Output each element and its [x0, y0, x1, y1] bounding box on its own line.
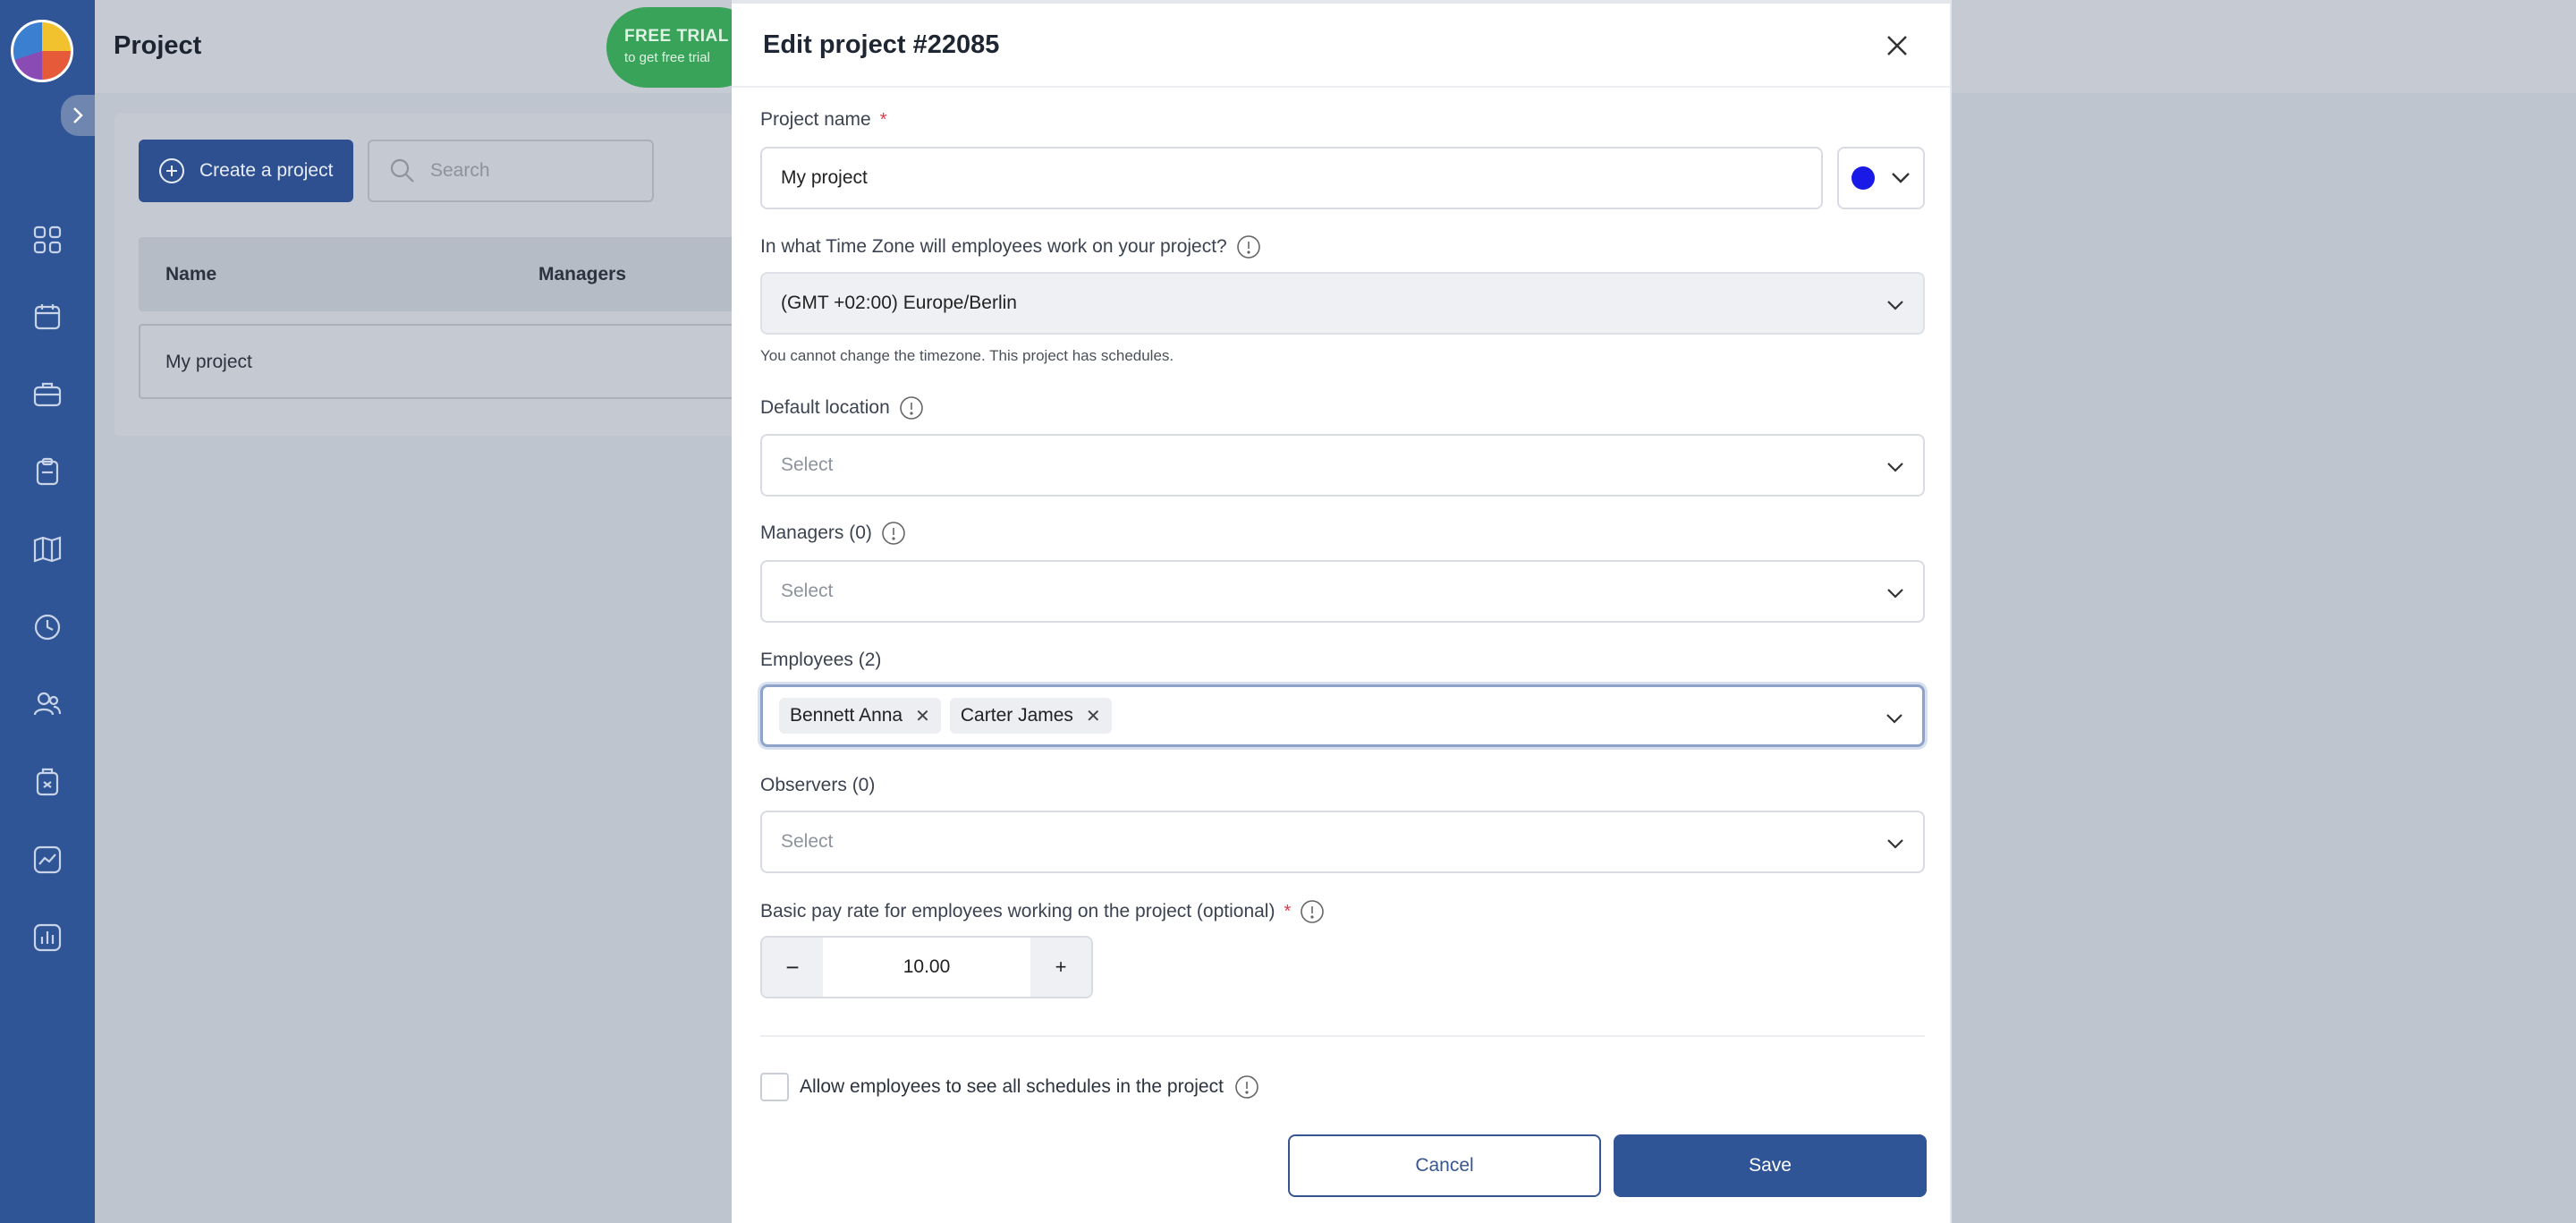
badge-icon[interactable] — [30, 764, 65, 800]
location-label-text: Default location — [760, 397, 890, 418]
observers-label: Observers (0) — [760, 775, 875, 796]
employee-chip-label: Bennett Anna — [790, 705, 903, 726]
plus-circle-icon — [159, 158, 184, 183]
project-name-input[interactable]: My project — [760, 147, 1823, 209]
save-button[interactable]: Save — [1614, 1134, 1927, 1197]
search-icon — [390, 158, 414, 183]
chevron-down-icon — [1887, 301, 1903, 310]
chevron-down-icon — [1887, 463, 1903, 472]
allow-schedules-row: Allow employees to see all schedules in … — [760, 1073, 1259, 1101]
map-icon[interactable] — [30, 531, 65, 567]
remove-chip-icon[interactable]: ✕ — [915, 705, 930, 727]
timezone-value: (GMT +02:00) Europe/Berlin — [781, 293, 1017, 313]
page-title: Project — [114, 31, 202, 60]
clipboard-icon[interactable] — [30, 454, 65, 489]
divider — [760, 1035, 1925, 1037]
info-icon[interactable] — [1234, 1074, 1259, 1100]
observers-label-text: Observers (0) — [760, 775, 876, 795]
close-icon — [1887, 36, 1907, 55]
allow-schedules-label[interactable]: Allow employees to see all schedules in … — [800, 1076, 1224, 1098]
employees-label: Employees (2) — [760, 650, 881, 671]
search-placeholder: Search — [430, 160, 490, 181]
users-icon[interactable] — [30, 686, 65, 722]
chevron-down-icon — [1892, 173, 1910, 183]
clock-icon[interactable] — [30, 609, 65, 645]
employees-label-text: Employees (2) — [760, 650, 882, 670]
info-icon[interactable] — [1236, 234, 1261, 259]
chevron-down-icon — [1887, 589, 1903, 599]
sidebar-expand-toggle[interactable] — [61, 95, 95, 136]
employee-chip: Carter James ✕ — [949, 698, 1112, 734]
location-select[interactable]: Select — [760, 434, 1925, 497]
project-name-label-text: Project name — [760, 109, 871, 130]
pay-rate-label-text: Basic pay rate for employees working on … — [760, 901, 1275, 921]
observers-select[interactable]: Select — [760, 811, 1925, 873]
column-header-name[interactable]: Name — [165, 264, 216, 285]
dashboard-icon[interactable] — [30, 222, 65, 258]
project-name-label: Project name * — [760, 109, 887, 131]
timezone-label: In what Time Zone will employees work on… — [760, 234, 1261, 259]
employee-chip-label: Carter James — [960, 705, 1073, 726]
required-marker: * — [879, 109, 887, 130]
briefcase-icon[interactable] — [30, 376, 65, 412]
increment-button[interactable]: + — [1030, 938, 1091, 997]
close-button[interactable] — [1880, 29, 1914, 63]
pay-rate-label: Basic pay rate for employees working on … — [760, 899, 1325, 924]
allow-schedules-checkbox[interactable] — [760, 1073, 789, 1101]
observers-placeholder: Select — [781, 831, 834, 852]
chevron-right-icon — [73, 107, 83, 123]
sidebar — [0, 0, 95, 1223]
calendar-icon[interactable] — [30, 299, 65, 335]
timezone-label-text: In what Time Zone will employees work on… — [760, 236, 1227, 257]
managers-placeholder: Select — [781, 581, 834, 601]
info-icon[interactable] — [1300, 899, 1325, 924]
location-label: Default location — [760, 395, 924, 420]
create-project-label: Create a project — [199, 160, 334, 181]
pay-rate-input[interactable]: 10.00 — [823, 938, 1030, 997]
remove-chip-icon[interactable]: ✕ — [1086, 705, 1101, 727]
employees-select[interactable]: Bennett Anna ✕ Carter James ✕ — [760, 684, 1925, 747]
info-icon[interactable] — [899, 395, 924, 420]
search-input[interactable]: Search — [368, 140, 654, 202]
pay-rate-stepper: − 10.00 + — [760, 936, 1093, 998]
panel-title: Edit project #22085 — [763, 30, 1000, 59]
timezone-hint: You cannot change the timezone. This pro… — [760, 347, 1174, 364]
decrement-button[interactable]: − — [762, 938, 823, 997]
project-name-cell: My project — [165, 352, 252, 372]
cancel-button[interactable]: Cancel — [1288, 1134, 1601, 1197]
info-icon[interactable] — [881, 521, 906, 546]
chevron-down-icon — [1886, 714, 1902, 724]
panel-header: Edit project #22085 — [732, 4, 1950, 88]
app-logo[interactable] — [11, 20, 73, 82]
column-header-managers[interactable]: Managers — [538, 264, 626, 285]
managers-label-text: Managers (0) — [760, 522, 872, 543]
chart-icon[interactable] — [30, 842, 65, 878]
managers-select[interactable]: Select — [760, 560, 1925, 623]
create-project-button[interactable]: Create a project — [139, 140, 353, 202]
employee-chip: Bennett Anna ✕ — [779, 698, 941, 734]
managers-label: Managers (0) — [760, 521, 906, 546]
color-swatch — [1852, 166, 1875, 190]
location-placeholder: Select — [781, 454, 834, 475]
chevron-down-icon — [1887, 839, 1903, 849]
reports-icon[interactable] — [30, 920, 65, 955]
timezone-select[interactable]: (GMT +02:00) Europe/Berlin — [760, 272, 1925, 335]
color-picker[interactable] — [1837, 147, 1925, 209]
required-marker: * — [1284, 901, 1292, 921]
edit-project-panel: Edit project #22085 Project name * My pr… — [732, 0, 1952, 1223]
